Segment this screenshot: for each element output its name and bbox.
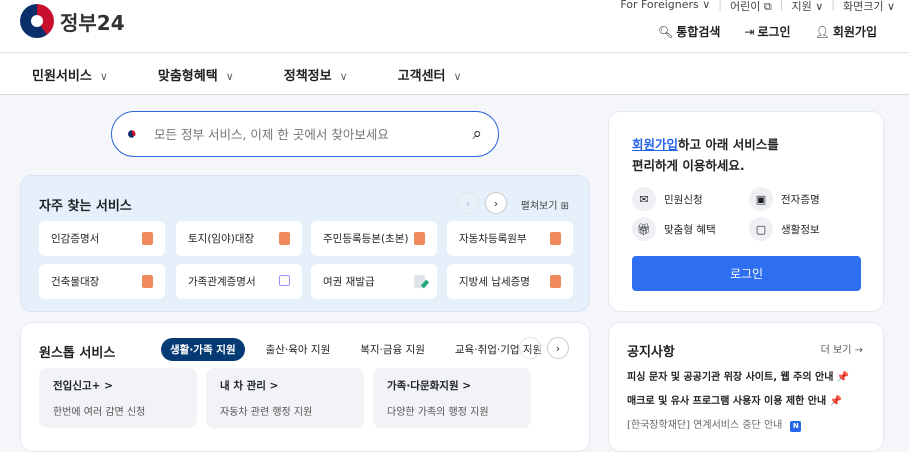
service-e-cert[interactable]: ▣ 전자증명 [749,187,820,211]
envelope-icon: ✉ [632,187,656,211]
tab-life-family[interactable]: 생활·가족 지원 [161,338,245,361]
bookmark-icon: ▢ [749,217,773,241]
document-icon [142,232,153,245]
service-tile[interactable]: 토지(임야)대장 [176,221,302,256]
document-icon [550,232,561,245]
screen-size-menu[interactable]: 화면크기 ∨ [843,0,895,14]
external-link-icon [279,275,290,286]
onestop-card[interactable]: 내 차 관리 > 자동차 관련 행정 지원 [206,368,364,428]
search-bar: ⌕ [111,111,499,157]
support-menu[interactable]: 지원 ∨ [791,0,823,14]
login-link[interactable]: ⇥ 로그인 [744,23,790,40]
logo[interactable]: 정부24 [20,4,125,38]
document-icon [142,275,153,288]
tab-birth-childcare[interactable]: 출산·육아 지원 [257,338,340,361]
gift-icon: 🎁︎ [632,217,656,241]
for-foreigners-link[interactable]: For Foreigners ∨ [620,0,710,14]
utility-menu: For Foreigners ∨ | 어린이 ⧉ | 지원 ∨ | 화면크기 ∨ [620,0,895,14]
section-title: 원스톱 서비스 [39,346,116,361]
new-badge: N [790,421,802,432]
nav-civil-services[interactable]: 민원서비스 ∨ [32,65,108,84]
onestop-services-panel: 원스톱 서비스 생활·가족 지원 출산·육아 지원 복지·금융 지원 교육·취업… [20,322,590,452]
service-life-info[interactable]: ▢ 생활정보 [749,217,820,241]
notice-item[interactable]: 매크로 및 유사 프로그램 사용자 이용 제한 안내 📌 [627,392,842,407]
chevron-down-icon: ∨ [99,69,108,83]
emblem-icon [128,130,139,142]
document-icon [279,232,290,245]
next-button[interactable]: › [485,192,507,214]
service-tile[interactable]: 여권 재발급 [311,264,437,299]
section-title: 자주 찾는 서비스 [39,199,132,214]
document-icon [414,232,425,245]
more-link[interactable]: 더 보기 → [821,341,863,356]
search-input[interactable] [154,126,454,142]
service-civil-apply[interactable]: ✉ 민원신청 [632,187,703,211]
login-panel: 회원가입하고 아래 서비스를 편리하게 이용하세요. ✉ 민원신청 ▣ 전자증명 🎁︎… [608,111,884,312]
frequent-services-panel: 자주 찾는 서비스 ‹ › 펼쳐보기 ⊞ 인감증명서 토지(임야)대장 주민등록등… [20,175,590,312]
nav-customer-center[interactable]: 고객센터 ∨ [398,65,462,84]
service-tile[interactable]: 가족관계증명서 [176,264,302,299]
chevron-down-icon: ∨ [339,69,348,83]
signup-link[interactable]: 👤︎ 회원가입 [815,23,877,40]
main-nav: 민원서비스 ∨ 맞춤형혜택 ∨ 정책정보 ∨ 고객센터 ∨ [0,54,909,95]
emblem-icon [20,4,54,38]
notice-panel: 공지사항 더 보기 → 피싱 문자 및 공공기관 위장 사이트, 웹 주의 안내… [608,322,884,452]
prev-button[interactable]: ‹ [457,192,479,214]
service-tile[interactable]: 주민등록등본(초본) [311,221,437,256]
chevron-down-icon: ∨ [453,69,462,83]
section-title: 공지사항 [627,345,675,360]
search-icon: 🔍︎ [658,25,674,39]
tab-welfare-finance[interactable]: 복지·금융 지원 [351,338,434,361]
service-tile[interactable]: 지방세 납세증명 [447,264,573,299]
next-button[interactable]: › [547,337,569,359]
document-icon [550,275,561,288]
search-icon[interactable]: ⌕ [472,124,482,144]
user-plus-icon: 👤︎ [814,25,830,39]
nav-custom-benefits[interactable]: 맞춤형혜택 ∨ [158,65,234,84]
edit-icon [414,275,425,288]
notice-item[interactable]: 피싱 문자 및 공공기관 위장 사이트, 웹 주의 안내 📌 [627,368,849,383]
onestop-card[interactable]: 전입신고+ > 한번에 여러 감면 신청 [39,368,197,428]
service-tile[interactable]: 건축물대장 [39,264,165,299]
nav-policy-info[interactable]: 정책정보 ∨ [284,65,348,84]
expand-button[interactable]: 펼쳐보기 ⊞ [521,197,569,212]
kids-link[interactable]: 어린이 ⧉ [730,0,772,14]
service-tile[interactable]: 인감증명서 [39,221,165,256]
login-icon: ⇥ [744,25,755,39]
notice-item[interactable]: [한국장학재단] 연계서비스 중단 안내 N [627,416,802,432]
login-button[interactable]: 로그인 [632,256,861,291]
chevron-down-icon: ∨ [225,69,234,83]
header: 정부24 For Foreigners ∨ | 어린이 ⧉ | 지원 ∨ | 화면크기… [0,0,909,53]
onestop-card[interactable]: 가족·다문화지원 > 다양한 가족의 행정 지원 [373,368,531,428]
signup-link[interactable]: 회원가입 [632,137,678,152]
service-custom-benefit[interactable]: 🎁︎ 맞춤형 혜택 [632,217,716,241]
service-tile[interactable]: 자동차등록원부 [447,221,573,256]
id-card-icon: ▣ [749,187,773,211]
prev-button[interactable]: ‹ [519,337,541,359]
integrated-search-button[interactable]: 🔍︎ 통합검색 [658,23,720,40]
